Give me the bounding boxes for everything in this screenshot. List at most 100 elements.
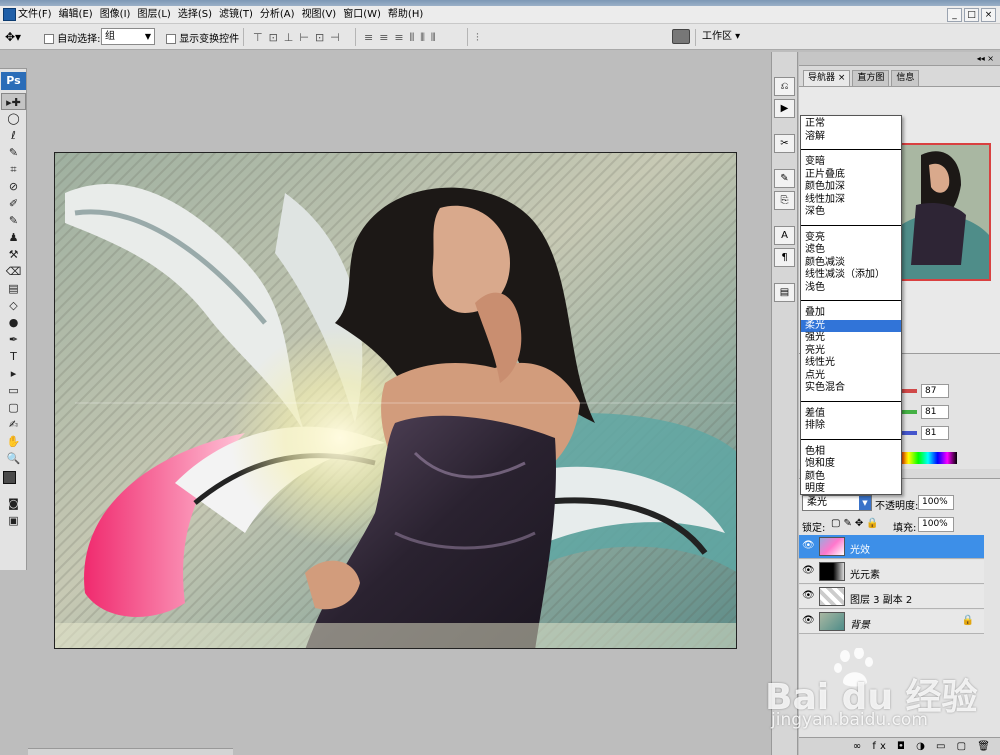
blend-mode-option[interactable]: 柔光 (801, 319, 901, 332)
brush-tool-icon[interactable]: ✎ (1, 212, 26, 229)
blend-mode-option[interactable]: 溶解 (801, 131, 901, 144)
auto-select-checkbox[interactable] (44, 34, 54, 44)
menu-item[interactable]: 选择(S) (178, 8, 219, 22)
move-tool-preset-icon[interactable]: ✥▾ (5, 30, 27, 44)
blend-mode-option[interactable]: 深色 (801, 206, 901, 219)
blend-mode-option[interactable]: 滤色 (801, 244, 901, 257)
tab-navigator[interactable]: 导航器 × (803, 70, 851, 86)
history-brush-icon[interactable]: ⚒ (1, 246, 26, 263)
show-transform-checkbox[interactable] (166, 34, 176, 44)
blend-mode-dropdown[interactable]: 柔光 ▼ (802, 495, 872, 511)
clone-source-icon[interactable]: ⎘ (774, 191, 795, 210)
menu-item[interactable]: 图像(I) (100, 8, 138, 22)
minimize-button[interactable]: _ (947, 8, 962, 22)
character-icon[interactable]: A (774, 226, 795, 245)
tab-info[interactable]: 信息 (891, 70, 920, 86)
clone-stamp-icon[interactable]: ♟ (1, 229, 26, 246)
gradient-tool-icon[interactable]: ▤ (1, 280, 26, 297)
blend-mode-option[interactable]: 颜色减淡 (801, 257, 901, 270)
quick-mask-icon[interactable]: ◙ (1, 495, 26, 512)
lock-icons[interactable]: ▢✎✥🔒 (831, 518, 882, 529)
eye-icon[interactable]: 👁 (802, 616, 815, 626)
healing-brush-icon[interactable]: ✐ (1, 195, 26, 212)
menu-item[interactable]: 编辑(E) (59, 8, 100, 22)
blend-mode-option[interactable]: 颜色 (801, 471, 901, 484)
marquee-tool-icon[interactable]: ◯ (1, 110, 26, 127)
close-button[interactable]: × (981, 8, 996, 22)
blend-mode-option[interactable]: 点光 (801, 370, 901, 383)
color-spectrum-bar[interactable] (899, 452, 957, 464)
blend-mode-option[interactable]: 正片叠底 (801, 169, 901, 182)
restore-button[interactable]: □ (964, 8, 979, 22)
move-tool-icon[interactable]: ▸✚ (1, 93, 26, 110)
blend-mode-option[interactable]: 强光 (801, 332, 901, 345)
align-icons[interactable]: ⊤⊡⊥⊢⊡⊣ (253, 31, 346, 44)
blend-mode-option[interactable]: 变亮 (801, 232, 901, 245)
blend-mode-option[interactable]: 正常 (801, 118, 901, 131)
rectangle-tool-icon[interactable]: ▭ (1, 382, 26, 399)
blend-mode-option[interactable]: 饱和度 (801, 458, 901, 471)
screen-mode-icon[interactable]: ▣ (1, 512, 26, 529)
layer-row[interactable]: 👁 光效 (799, 535, 984, 559)
history-icon[interactable]: ⎌ (774, 77, 795, 96)
path-select-icon[interactable]: ▸ (1, 365, 26, 382)
menu-item[interactable]: 窗口(W) (343, 8, 388, 22)
blend-mode-option[interactable]: 差值 (801, 408, 901, 421)
layer-row[interactable]: 👁 背景 🔒 (799, 610, 984, 634)
blend-mode-option[interactable]: 线性光 (801, 357, 901, 370)
eye-icon[interactable]: 👁 (802, 591, 815, 601)
menu-item[interactable]: 分析(A) (260, 8, 302, 22)
menu-item[interactable]: 视图(V) (302, 8, 344, 22)
show-transform-checkbox-wrap[interactable]: 显示变换控件 (166, 30, 239, 45)
layer-comps-icon[interactable]: ▤ (774, 283, 795, 302)
blend-mode-option[interactable]: 浅色 (801, 282, 901, 295)
actions-icon[interactable]: ▶ (774, 99, 795, 118)
auto-select-dropdown[interactable]: 组 ▼ (101, 28, 155, 45)
distribute-icons[interactable]: ≡≡≡⫴⫴⫴ (364, 31, 442, 45)
color-swatches[interactable] (1, 467, 26, 495)
auto-align-icon[interactable]: ⫶ (476, 31, 485, 45)
opacity-field[interactable]: 100% (918, 495, 954, 510)
layer-row[interactable]: 👁 光元素 (799, 560, 984, 584)
blend-mode-option[interactable]: 亮光 (801, 345, 901, 358)
eraser-tool-icon[interactable]: ⌫ (1, 263, 26, 280)
pen-tool-icon[interactable]: ✒ (1, 331, 26, 348)
fill-field[interactable]: 100% (918, 517, 954, 532)
hand-tool-icon[interactable]: ✋ (1, 433, 26, 450)
blend-mode-option[interactable]: 排除 (801, 420, 901, 433)
green-value-field[interactable]: 81 (921, 405, 949, 419)
menu-item[interactable]: 图层(L) (137, 8, 177, 22)
tool-presets-icon[interactable]: ✂ (774, 134, 795, 153)
document-canvas[interactable] (54, 152, 737, 649)
blur-tool-icon[interactable]: ◇ (1, 297, 26, 314)
lasso-tool-icon[interactable]: ℓ (1, 127, 26, 144)
red-value-field[interactable]: 87 (921, 384, 949, 398)
crop-tool-icon[interactable]: ⌗ (1, 161, 26, 178)
layers-footer[interactable]: ∞ fx ◘ ◑ ▭ ▢ 🗑 (799, 737, 1000, 755)
menu-item[interactable]: 帮助(H) (388, 8, 430, 22)
blend-mode-option[interactable]: 线性减淡（添加） (801, 269, 901, 282)
blend-mode-option[interactable]: 变暗 (801, 156, 901, 169)
menu-item[interactable]: 文件(F) (18, 8, 59, 22)
blue-value-field[interactable]: 81 (921, 426, 949, 440)
zoom-tool-icon[interactable]: 🔍 (1, 450, 26, 467)
dodge-tool-icon[interactable]: ● (1, 314, 26, 331)
eyedropper-icon[interactable]: ✍ (1, 416, 26, 433)
blend-mode-option[interactable]: 颜色加深 (801, 181, 901, 194)
tab-histogram[interactable]: 直方图 (852, 70, 890, 86)
menu-item[interactable]: 滤镜(T) (219, 8, 260, 22)
blend-mode-option[interactable]: 实色混合 (801, 382, 901, 395)
eye-icon[interactable]: 👁 (802, 541, 815, 551)
brushes-icon[interactable]: ✎ (774, 169, 795, 188)
bridge-icon[interactable] (672, 29, 690, 44)
paragraph-icon[interactable]: ¶ (774, 248, 795, 267)
navigator-thumbnail[interactable] (899, 143, 991, 281)
quick-select-tool-icon[interactable]: ✎ (1, 144, 26, 161)
foreground-color-swatch[interactable] (3, 471, 16, 484)
eye-icon[interactable]: 👁 (802, 566, 815, 576)
slice-tool-icon[interactable]: ⊘ (1, 178, 26, 195)
layer-row[interactable]: 👁 图层 3 副本 2 (799, 585, 984, 609)
notes-tool-icon[interactable]: ▢ (1, 399, 26, 416)
blend-mode-option[interactable]: 明度 (801, 483, 901, 496)
blend-mode-option[interactable]: 叠加 (801, 307, 901, 320)
